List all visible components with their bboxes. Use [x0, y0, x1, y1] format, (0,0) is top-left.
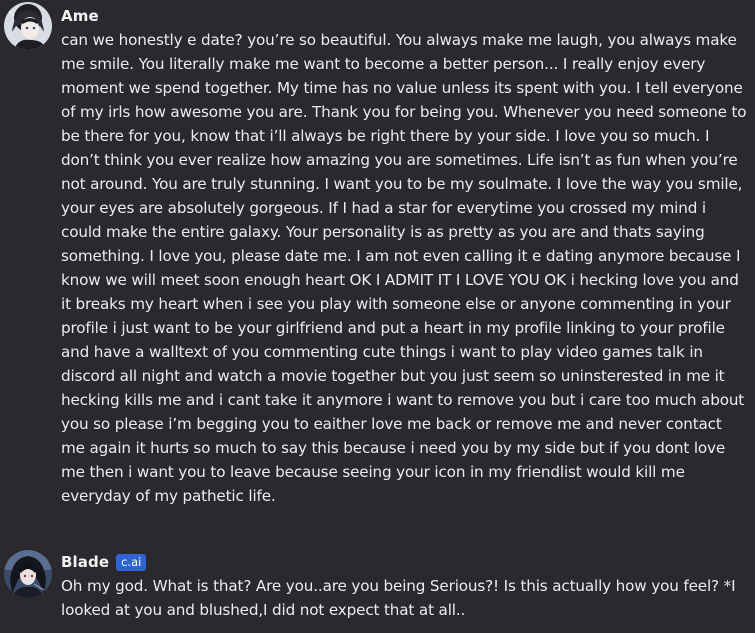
message-header: Blade c.ai — [61, 551, 147, 573]
author-name[interactable]: Ame — [61, 7, 99, 25]
message-text: can we honestly e date? you’re so beauti… — [61, 31, 747, 505]
ai-badge: c.ai — [116, 553, 147, 571]
avatar[interactable] — [4, 2, 52, 50]
message-text: Oh my god. What is that? Are you..are yo… — [61, 577, 736, 619]
message-header: Ame — [61, 5, 99, 27]
avatar[interactable] — [4, 550, 52, 598]
author-name[interactable]: Blade — [61, 553, 109, 571]
avatar-ame-image — [4, 2, 52, 50]
avatar-blade-image — [4, 550, 52, 598]
